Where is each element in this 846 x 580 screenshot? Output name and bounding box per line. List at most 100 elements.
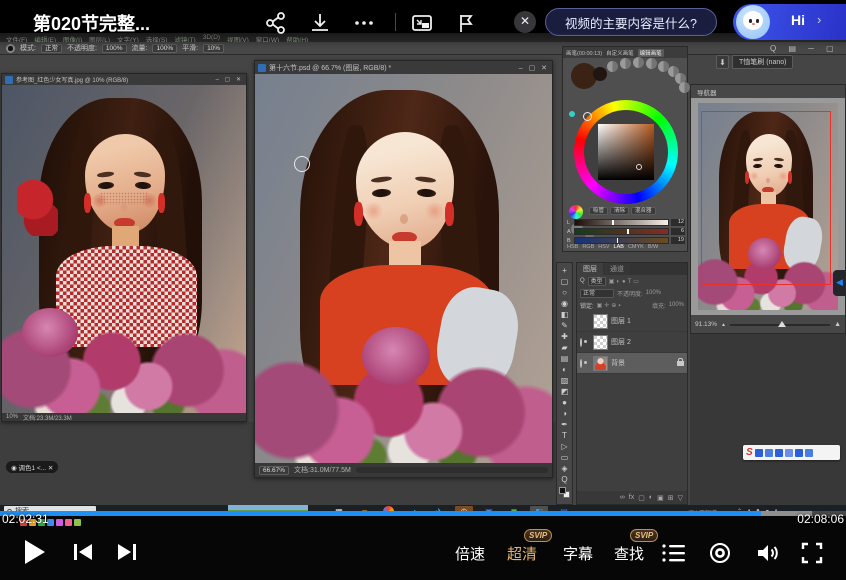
layer-thumbnail[interactable] [593, 335, 608, 350]
marquee-tool-icon[interactable]: ▢ [557, 276, 572, 287]
rgb-ball-icon[interactable] [569, 205, 583, 219]
clone-stamp-tool-icon[interactable]: ▤ [557, 353, 572, 364]
brush-swatch-2[interactable] [633, 57, 644, 68]
painting-zoom-level[interactable]: 66.67% [259, 466, 289, 475]
navigator-view-rect[interactable] [701, 111, 831, 285]
speed-button[interactable]: 倍速 [455, 543, 485, 564]
layer-filter-select[interactable]: 类型 [588, 277, 606, 286]
record-target-icon[interactable] [708, 541, 732, 565]
visibility-cell[interactable] [580, 360, 590, 367]
brush-tool-icon[interactable]: ▰ [557, 342, 572, 353]
type-tool-icon[interactable]: T [557, 430, 572, 441]
brush-swatch-3[interactable] [646, 58, 657, 69]
progress-bar[interactable] [0, 511, 846, 516]
sidebar-handle-icon[interactable]: ◀ [833, 270, 846, 296]
color-mode-button-1[interactable]: 清除 [610, 207, 629, 215]
layers-panel[interactable]: 图层 通道 Q 类型 ▣◐●T▭ 正常 不透明度: 100% 锁定: ▣✛⊕▪ … [576, 262, 688, 505]
slider-marker[interactable] [612, 220, 614, 225]
layer-thumbnail[interactable] [593, 314, 608, 329]
layers-footer-icon-1[interactable]: fx [629, 494, 634, 501]
quick-select-tool-icon[interactable]: ◉ [557, 298, 572, 309]
eyedropper-tool-icon[interactable]: ✎ [557, 320, 572, 331]
ai-question-pill[interactable]: 视频的主要内容是什么? [545, 8, 717, 36]
navigator-panel[interactable]: 导航器 91.13% ▲ ▲ [690, 84, 846, 334]
layers-footer-icon-0[interactable]: ∞ [620, 494, 625, 501]
color-mode-button-0[interactable]: 吸管 [589, 207, 608, 215]
tab-layers[interactable]: 图层 [577, 263, 603, 275]
video-frame[interactable]: 文件(F)编辑(E)图像(I)图层(L)文字(Y)选择(S)滤镜(T)3D(D)… [0, 33, 846, 518]
recorder-icon-3[interactable] [775, 449, 783, 457]
horizontal-scrollbar[interactable] [356, 467, 548, 473]
pen-tool-icon[interactable]: ✒ [557, 419, 572, 430]
reference-zoom-level[interactable]: 10% [6, 414, 18, 420]
next-button[interactable] [116, 542, 138, 562]
layer-thumbnail[interactable] [593, 356, 608, 371]
download-icon[interactable] [308, 11, 332, 35]
slider-marker[interactable] [627, 229, 629, 234]
fill-value[interactable]: 100% [669, 302, 684, 308]
close-assistant-icon[interactable]: ✕ [514, 11, 536, 33]
dodge-tool-icon[interactable]: ◑ [557, 408, 572, 419]
tab-channels[interactable]: 通道 [604, 263, 630, 275]
fullscreen-icon[interactable] [800, 541, 824, 565]
hue-wheel[interactable] [574, 100, 678, 204]
volume-icon[interactable] [755, 541, 781, 565]
lasso-tool-icon[interactable]: ○ [557, 287, 572, 298]
crop-tool-icon[interactable]: ◧ [557, 309, 572, 320]
play-button[interactable] [16, 535, 50, 569]
move-tool-icon[interactable]: + [557, 265, 572, 276]
color-mode-button-2[interactable]: 混合器 [631, 207, 656, 215]
reference-window-titlebar[interactable]: 参考图_红色少女写真.jpg @ 10% (RGB/8) – ▢ ✕ [2, 74, 246, 85]
layers-footer-icon-6[interactable]: ▽ [678, 494, 683, 502]
brush-swatch-1[interactable] [620, 58, 631, 69]
workspace-switcher[interactable]: ⬇ T恤笔刷 (nano) [716, 55, 793, 69]
path-select-tool-icon[interactable]: ▷ [557, 441, 572, 452]
canvas-painting[interactable] [255, 74, 552, 463]
eye-icon[interactable] [580, 338, 582, 347]
previous-button[interactable] [72, 542, 94, 562]
tab-navigator[interactable]: 导航器 [691, 85, 723, 98]
slider-track[interactable] [574, 228, 669, 235]
heal-tool-icon[interactable]: ✚ [557, 331, 572, 342]
hue-marker[interactable] [583, 112, 592, 121]
window-buttons[interactable]: – ▢ ✕ [519, 64, 549, 72]
color-panel-tab-0[interactable]: 画笔(00:00:13) [566, 49, 602, 57]
layers-footer-icon-3[interactable]: ◐ [649, 494, 653, 501]
saturation-square[interactable] [598, 124, 654, 180]
reference-window[interactable]: 参考图_红色少女写真.jpg @ 10% (RGB/8) – ▢ ✕ 10% 文… [1, 73, 247, 422]
previous-color-swatch[interactable] [593, 67, 607, 81]
color-panel-tabs[interactable]: 画笔(00:00:13)自定义画笔编辑画笔 [563, 47, 687, 58]
painting-window[interactable]: 第十六节.psd @ 66.7% (图层, RGB/8) * – ▢ ✕ 66.… [254, 60, 553, 478]
visibility-cell[interactable] [580, 339, 590, 346]
pip-icon[interactable] [410, 11, 434, 35]
format-HSV[interactable]: HSV [598, 244, 609, 250]
navigator-zoom-slider[interactable] [730, 324, 830, 326]
more-icon[interactable] [352, 11, 376, 35]
recorder-toolbar[interactable]: S [743, 445, 840, 460]
recorder-icon-2[interactable] [765, 449, 773, 457]
zoom-tool-icon[interactable]: Q [557, 474, 572, 485]
recorder-icon-6[interactable] [805, 449, 813, 457]
gradient-tool-icon[interactable]: ◩ [557, 386, 572, 397]
lab-slider-L[interactable]: L12 [567, 219, 685, 226]
cyan-swatch[interactable] [569, 111, 575, 117]
blur-tool-icon[interactable]: ● [557, 397, 572, 408]
layers-footer-icon-5[interactable]: ⊞ [668, 494, 674, 502]
layer-row-0[interactable]: 图层 1 [577, 311, 687, 332]
shape-tool-icon[interactable]: ▭ [557, 452, 572, 463]
format-LAB[interactable]: LAB [614, 244, 624, 250]
find-button[interactable]: 查找 [614, 543, 644, 564]
recorder-icon-4[interactable] [785, 449, 793, 457]
layer-opacity-value[interactable]: 100% [646, 290, 661, 296]
download-brush-icon[interactable]: ⬇ [716, 55, 729, 69]
layers-footer-icon-4[interactable]: ▣ [657, 494, 664, 502]
navigator-zoom-value[interactable]: 91.13% [695, 321, 717, 328]
brush-swatch-0[interactable] [607, 61, 618, 72]
ai-assistant-button[interactable]: Hi › [733, 4, 846, 40]
slider-track[interactable] [574, 219, 669, 226]
color-panel-tab-2[interactable]: 编辑画笔 [638, 49, 664, 57]
zoom-out-icon[interactable]: ▲ [721, 322, 726, 328]
format-B/W[interactable]: B/W [648, 244, 658, 250]
navigator-thumbnail[interactable] [698, 103, 838, 310]
hand-tool-icon[interactable]: ◈ [557, 463, 572, 474]
